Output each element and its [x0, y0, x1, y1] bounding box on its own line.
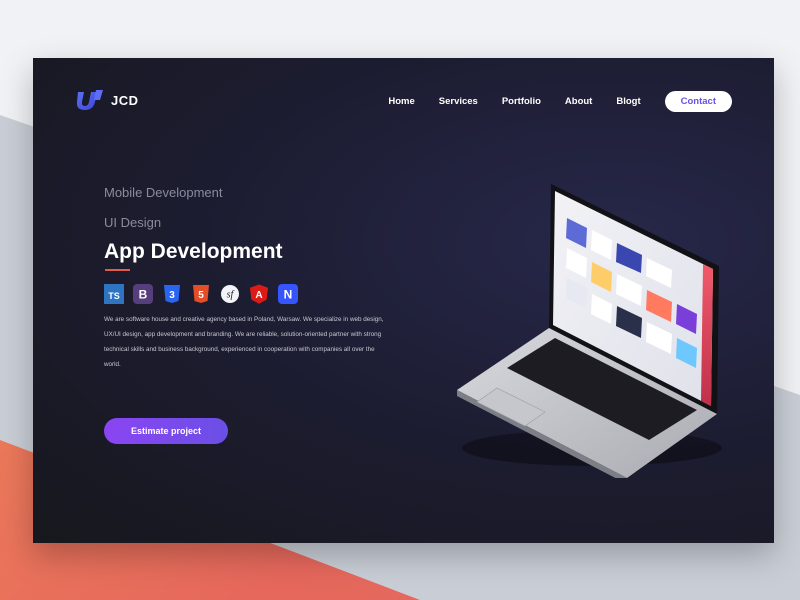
nav-about[interactable]: About: [565, 96, 592, 107]
estimate-project-button[interactable]: Estimate project: [104, 418, 228, 444]
main-nav: Home Services Portfolio About Blogt Cont…: [364, 91, 732, 112]
typescript-icon-label: TS: [108, 291, 120, 301]
service-ui-design: UI Design: [104, 215, 162, 230]
angular-icon-label: A: [255, 290, 262, 301]
css3-icon: 3: [162, 284, 182, 304]
hero-title: App Development: [104, 240, 283, 263]
brand-name: JCD: [111, 92, 139, 108]
bootstrap-icon-label: B: [139, 288, 148, 302]
tech-stack-icons: TS B 3 5 sf A N: [104, 284, 298, 304]
title-underline: [105, 269, 130, 271]
symfony-icon: sf: [220, 284, 240, 304]
nativescript-icon: N: [278, 284, 298, 304]
brand-logo[interactable]: JCD: [75, 88, 139, 112]
jcd-logo-icon: [76, 90, 103, 110]
bootstrap-icon: B: [133, 284, 153, 304]
nativescript-icon-label: N: [284, 288, 293, 302]
agency-description: We are software house and creative agenc…: [104, 316, 384, 368]
html5-icon: 5: [191, 284, 211, 304]
html5-icon-label: 5: [198, 290, 204, 301]
angular-icon: A: [249, 284, 269, 304]
nav-services[interactable]: Services: [439, 96, 478, 107]
nav-home[interactable]: Home: [388, 96, 414, 107]
css3-icon-label: 3: [169, 290, 175, 301]
service-mobile-development: Mobile Development: [104, 185, 223, 200]
nav-blog[interactable]: Blogt: [616, 96, 640, 107]
typescript-icon: TS: [104, 284, 124, 304]
landing-page-frame: JCD Home Services Portfolio About Blogt …: [33, 58, 774, 543]
laptop-mockup-image: [457, 184, 722, 478]
contact-button[interactable]: Contact: [664, 91, 732, 112]
nav-portfolio[interactable]: Portfolio: [502, 96, 541, 107]
